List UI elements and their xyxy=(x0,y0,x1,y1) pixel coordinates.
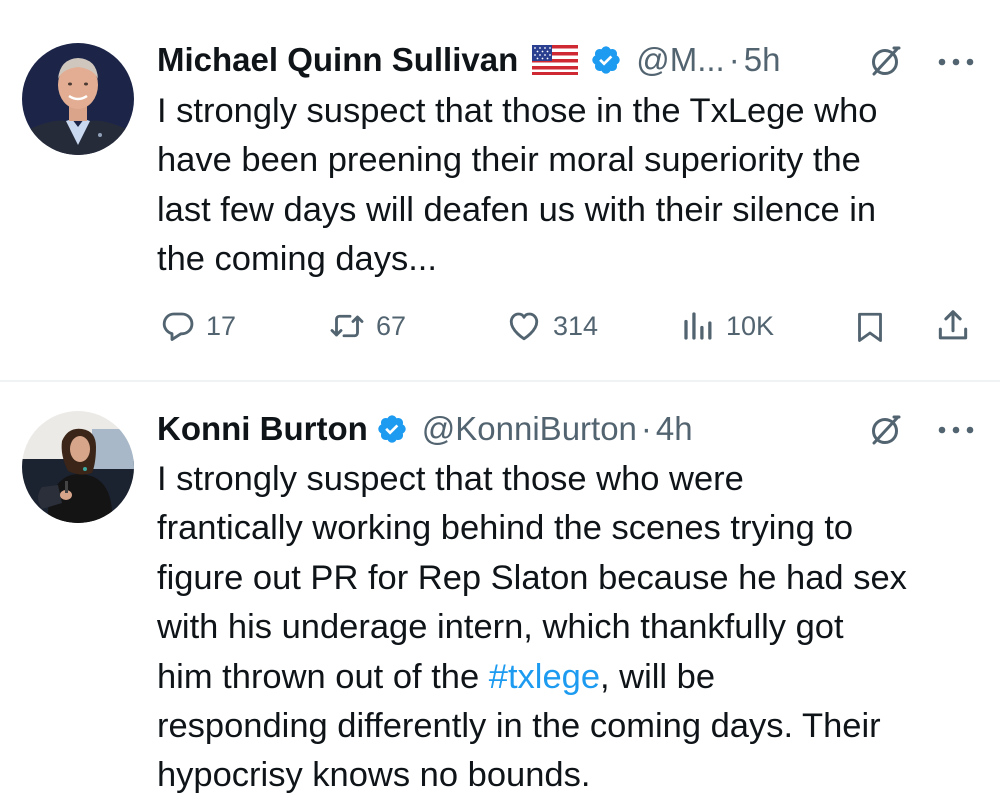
author-name[interactable]: Konni Burton xyxy=(157,410,368,448)
grok-icon[interactable] xyxy=(868,412,904,448)
tweet[interactable]: Konni Burton @KonniBurton · 4h I strongl… xyxy=(0,382,1000,808)
reply-icon xyxy=(160,308,196,344)
us-flag-icon xyxy=(532,45,579,75)
repost-count: 67 xyxy=(376,310,407,341)
tweet-header: Konni Burton @KonniBurton · 4h xyxy=(157,407,693,451)
verified-badge-icon xyxy=(590,44,622,76)
tweet-header: Michael Quinn Sullivan @M... · 5h xyxy=(157,38,780,82)
reply-count: 17 xyxy=(206,310,237,341)
grok-icon[interactable] xyxy=(868,43,904,79)
tweet[interactable]: Michael Quinn Sullivan @M... · 5h I stro… xyxy=(0,0,1000,380)
more-icon[interactable] xyxy=(936,423,976,435)
views-icon xyxy=(680,308,716,344)
author-handle[interactable]: @KonniBurton xyxy=(422,410,637,448)
avatar[interactable] xyxy=(22,411,134,523)
views-button[interactable]: 10K xyxy=(680,308,774,344)
separator-dot: · xyxy=(728,41,740,78)
author-handle[interactable]: @M... xyxy=(636,41,725,79)
action-bar: 17 67 314 10K xyxy=(0,306,1000,350)
more-icon[interactable] xyxy=(936,55,976,67)
repost-icon xyxy=(328,308,366,344)
share-icon xyxy=(934,307,972,345)
reply-button[interactable]: 17 xyxy=(160,308,236,344)
separator-dot: · xyxy=(640,410,652,447)
timestamp[interactable]: 5h xyxy=(744,41,781,79)
bookmark-icon xyxy=(852,308,888,346)
bookmark-button[interactable] xyxy=(852,308,888,346)
verified-badge-icon xyxy=(376,413,408,445)
share-button[interactable] xyxy=(934,307,972,345)
timestamp[interactable]: 4h xyxy=(656,410,693,448)
repost-button[interactable]: 67 xyxy=(328,308,406,344)
tweet-text: I strongly suspect that those in the TxL… xyxy=(157,92,878,279)
hashtag-link[interactable]: #txlege xyxy=(489,658,600,696)
author-name[interactable]: Michael Quinn Sullivan xyxy=(157,41,518,79)
view-count: 10K xyxy=(726,310,775,341)
avatar[interactable] xyxy=(22,43,134,155)
like-button[interactable]: 314 xyxy=(505,308,598,344)
like-icon xyxy=(505,308,543,344)
tweet-text: I strongly suspect that those who were f… xyxy=(157,455,987,801)
like-count: 314 xyxy=(553,310,599,341)
